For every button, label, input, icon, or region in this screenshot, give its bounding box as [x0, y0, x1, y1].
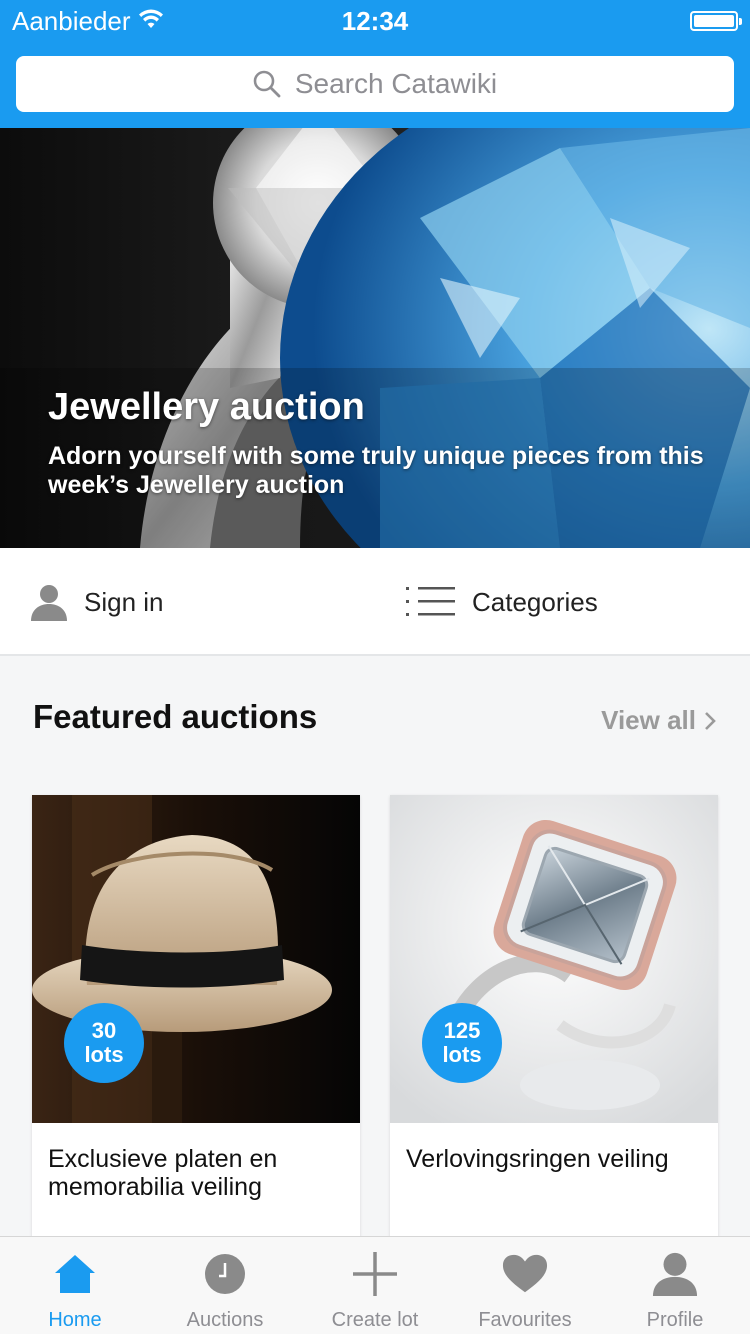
search-placeholder: Search Catawiki	[294, 68, 498, 99]
plus-icon	[353, 1252, 397, 1296]
categories-label: Categories	[472, 586, 598, 617]
hero-title: Jewellery auction	[48, 386, 365, 428]
lots-count-badge: 30 lots	[64, 1003, 144, 1083]
view-all-label: View all	[601, 705, 696, 735]
tab-label: Favourites	[478, 1309, 572, 1331]
quick-actions: Sign in Categories	[0, 548, 750, 656]
sign-in-button[interactable]: Sign in	[30, 548, 164, 656]
tab-home[interactable]: Home	[0, 1237, 150, 1334]
tab-label: Create lot	[331, 1309, 419, 1331]
tab-favourites[interactable]: Favourites	[450, 1237, 600, 1334]
person-icon	[31, 585, 67, 621]
tab-bar: Home Auctions Create lot Favourites Prof…	[0, 1236, 750, 1334]
search-input[interactable]: Search Catawiki	[16, 56, 734, 112]
auction-card[interactable]: 30 lots Exclusieve platen en memorabilia…	[32, 795, 360, 1245]
sign-in-label: Sign in	[84, 586, 164, 617]
tab-create-lot[interactable]: Create lot	[300, 1237, 450, 1334]
hero-subtitle: Adorn yourself with some truly unique pi…	[48, 442, 704, 499]
heart-icon	[502, 1254, 548, 1293]
lots-count-badge: 125 lots	[422, 1003, 502, 1083]
tab-label: Auctions	[186, 1309, 264, 1331]
lots-count: 30	[91, 1018, 117, 1043]
lots-unit: lots	[442, 1042, 482, 1067]
categories-button[interactable]: Categories	[406, 548, 598, 656]
lots-count: 125	[443, 1018, 481, 1043]
tab-profile[interactable]: Profile	[600, 1237, 750, 1334]
auction-card[interactable]: 125 lots Verlovingsringen veiling	[390, 795, 718, 1245]
tab-auctions[interactable]: Auctions	[150, 1237, 300, 1334]
lots-unit: lots	[84, 1042, 124, 1067]
featured-auctions-heading: Featured auctions	[33, 698, 318, 735]
home-icon	[55, 1255, 95, 1293]
status-bar: Aanbieder 12:34	[0, 0, 750, 40]
person-icon	[652, 1252, 698, 1297]
clock-time: 12:34	[341, 6, 409, 36]
search-icon	[253, 70, 281, 98]
view-all-link[interactable]: View all	[601, 705, 716, 736]
auction-name: Verlovingsringen veiling	[406, 1145, 669, 1173]
chevron-right-icon	[705, 711, 716, 730]
battery-icon	[690, 11, 742, 31]
clock-icon	[205, 1254, 245, 1294]
top-bar: Aanbieder 12:34 Search Catawiki	[0, 0, 750, 128]
hero-banner[interactable]: Jewellery auction Adorn yourself with so…	[0, 128, 750, 548]
list-icon	[406, 587, 455, 616]
tab-label: Profile	[646, 1309, 704, 1331]
tab-label: Home	[48, 1309, 102, 1331]
auction-name: Exclusieve platen en memorabilia veiling	[48, 1145, 278, 1201]
